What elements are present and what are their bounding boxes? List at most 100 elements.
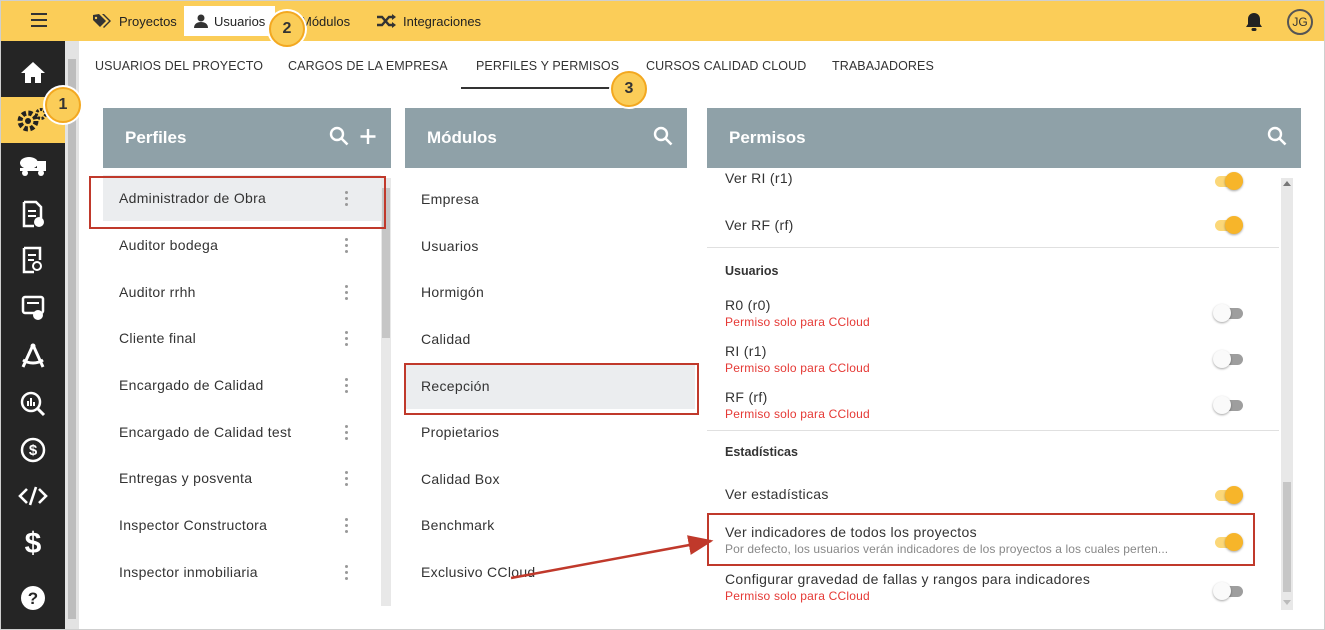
nav-tab-label: Integraciones [403, 13, 482, 29]
help-icon: ? [21, 586, 45, 610]
more-vertical-icon[interactable] [345, 285, 349, 303]
list-item-entregas-y-posventa[interactable]: Entregas y posventa [103, 455, 381, 501]
toggle-ver-estadisticas[interactable] [1213, 486, 1243, 504]
user-icon [194, 14, 208, 28]
more-vertical-icon[interactable] [345, 238, 349, 256]
permission-ri: RI (r1) Permiso solo para CCloud [725, 343, 870, 375]
list-item-label: Entregas y posventa [119, 470, 253, 486]
tag-icon [93, 14, 111, 28]
list-item-inspector-inmobiliaria[interactable]: Inspector inmobiliaria [103, 549, 381, 595]
module-item-empresa[interactable]: Empresa [405, 176, 695, 222]
permission-ver-rf: Ver RF (rf) [725, 217, 794, 233]
sidebar-item-finance[interactable]: $ [1, 427, 65, 473]
perfiles-list: Administrador de Obra Auditor bodega Aud… [103, 168, 381, 608]
sidebar-item-tools[interactable] [1, 333, 65, 379]
permission-ver-estadisticas: Ver estadísticas [725, 486, 829, 502]
sidebar-item-help[interactable]: ? [1, 575, 65, 621]
more-vertical-icon[interactable] [345, 425, 349, 443]
home-icon [21, 62, 45, 83]
list-item-encargado-de-calidad[interactable]: Encargado de Calidad [103, 362, 381, 408]
permission-configurar-gravedad: Configurar gravedad de fallas y rangos p… [725, 571, 1091, 603]
more-vertical-icon[interactable] [345, 518, 349, 536]
tab-cursos-calidad-cloud[interactable]: CURSOS CALIDAD CLOUD [646, 59, 806, 73]
document-check-icon [22, 200, 44, 228]
sidebar-item-analytics[interactable] [1, 381, 65, 427]
sidebar-scrollbar[interactable] [65, 41, 79, 629]
search-icon[interactable] [1267, 126, 1287, 146]
nav-tab-label: Proyectos [119, 13, 177, 29]
gears-icon [17, 108, 47, 132]
list-item-auditor-rrhh[interactable]: Auditor rrhh [103, 269, 381, 315]
module-item-benchmark[interactable]: Benchmark [405, 502, 695, 548]
permission-r0: R0 (r0) Permiso solo para CCloud [725, 297, 870, 329]
add-icon[interactable] [359, 126, 377, 146]
modulos-header: Módulos [405, 108, 687, 168]
module-item-calidad[interactable]: Calidad [405, 316, 695, 362]
sidebar: $ $ ? [1, 41, 65, 629]
list-item-inspector-constructora[interactable]: Inspector Constructora [103, 502, 381, 548]
permisos-scrollbar[interactable] [1281, 178, 1293, 610]
perfiles-header: Perfiles [103, 108, 391, 168]
search-icon[interactable] [653, 126, 673, 146]
shuffle-icon [377, 14, 396, 28]
list-item-label: Auditor bodega [119, 237, 219, 253]
certificate-icon [21, 295, 45, 320]
nav-tab-label: Usuarios [214, 13, 266, 29]
module-item-hormigon[interactable]: Hormigón [405, 269, 695, 315]
list-item-encargado-de-calidad-test[interactable]: Encargado de Calidad test [103, 409, 381, 455]
bell-icon[interactable] [1245, 12, 1263, 32]
mixer-truck-icon [20, 157, 46, 176]
list-item-cliente-final[interactable]: Cliente final [103, 315, 381, 361]
highlight-perfil [89, 176, 386, 229]
section-estadisticas: Estadísticas [725, 445, 798, 459]
more-vertical-icon[interactable] [345, 471, 349, 489]
highlight-modulo [404, 363, 699, 415]
step-badge-3: 3 [611, 71, 647, 107]
more-vertical-icon[interactable] [345, 565, 349, 583]
search-icon[interactable] [329, 126, 349, 146]
toggle-ri[interactable] [1213, 350, 1243, 368]
svg-text:$: $ [25, 527, 42, 558]
module-item-calidad-box[interactable]: Calidad Box [405, 456, 695, 502]
list-item-label: Inspector inmobiliaria [119, 564, 258, 580]
svg-text:$: $ [29, 442, 38, 459]
tab-usuarios-del-proyecto[interactable]: USUARIOS DEL PROYECTO [95, 59, 263, 73]
menu-icon[interactable] [31, 13, 47, 27]
svg-text:?: ? [28, 589, 38, 608]
tab-perfiles-y-permisos[interactable]: PERFILES Y PERMISOS [461, 59, 626, 89]
nav-tab-proyectos[interactable]: Proyectos [93, 6, 177, 36]
tab-trabajadores[interactable]: TRABAJADORES [832, 59, 934, 73]
toggle-ver-ri[interactable] [1213, 172, 1243, 190]
list-item-label: Inspector Constructora [119, 517, 268, 533]
list-item-label: Cliente final [119, 330, 197, 346]
document-search-icon [22, 246, 42, 274]
divider [707, 247, 1279, 248]
module-item-propietarios[interactable]: Propietarios [405, 409, 695, 455]
dollar-icon: $ [25, 527, 42, 558]
module-item-exclusivo-ccloud[interactable]: Exclusivo CCloud [405, 549, 695, 595]
avatar[interactable]: JG [1287, 9, 1313, 35]
sidebar-item-integrations[interactable] [1, 473, 65, 519]
nav-tab-usuarios[interactable]: Usuarios [184, 6, 276, 36]
sidebar-item-documents[interactable] [1, 191, 65, 237]
more-vertical-icon[interactable] [345, 331, 349, 349]
toggle-ver-rf[interactable] [1213, 216, 1243, 234]
toggle-rf[interactable] [1213, 396, 1243, 414]
sidebar-item-billing[interactable]: $ [1, 519, 65, 565]
permisos-header: Permisos [707, 108, 1301, 168]
toggle-configurar-gravedad[interactable] [1213, 582, 1243, 600]
toggle-r0[interactable] [1213, 304, 1243, 322]
more-vertical-icon[interactable] [345, 378, 349, 396]
step-badge-1: 1 [45, 87, 81, 123]
subtabs: USUARIOS DEL PROYECTO CARGOS DE LA EMPRE… [81, 41, 1321, 91]
highlight-permiso [707, 513, 1255, 566]
sidebar-item-concrete[interactable] [1, 143, 65, 189]
nav-tab-integraciones[interactable]: Integraciones [377, 6, 481, 36]
module-item-usuarios[interactable]: Usuarios [405, 223, 695, 269]
list-item-label: Encargado de Calidad test [119, 424, 292, 440]
analytics-icon [20, 391, 46, 417]
sidebar-item-review[interactable] [1, 237, 65, 283]
tab-cargos-de-la-empresa[interactable]: CARGOS DE LA EMPRESA [288, 59, 448, 73]
perfiles-scrollbar[interactable] [381, 178, 391, 606]
sidebar-item-certificate[interactable] [1, 285, 65, 331]
